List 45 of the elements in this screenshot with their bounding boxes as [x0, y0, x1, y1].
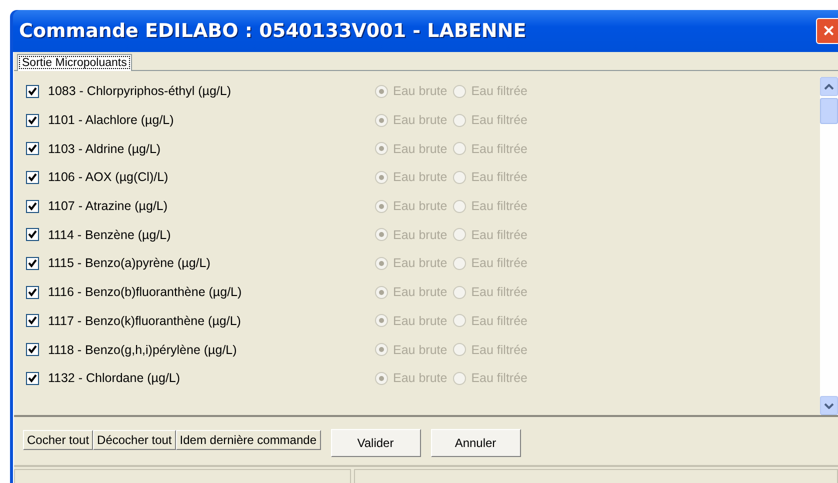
scroll-up-icon[interactable]	[820, 77, 838, 96]
radio-label: Eau brute	[393, 314, 448, 328]
parameter-label: 1115 - Benzo(a)pyrène (µg/L)	[48, 256, 212, 270]
radio-label: Eau brute	[393, 113, 448, 128]
parameter-label: 1083 - Chlorpyriphos-éthyl (µg/L)	[48, 84, 232, 98]
radio-label: Eau filtrée	[471, 228, 528, 242]
radio-label: Eau filtrée	[471, 170, 528, 184]
radio-label: Eau brute	[393, 199, 448, 214]
radio-label: Eau filtrée	[471, 113, 528, 128]
parameter-label: 1101 - Alachlore (µg/L)	[48, 113, 175, 128]
radio-label: Eau brute	[393, 142, 448, 156]
close-button[interactable]: ✕	[816, 18, 838, 44]
parameter-label: 1118 - Benzo(g,h,i)pérylène (µg/L)	[48, 342, 238, 357]
toolbar-button[interactable]: Décocher tout	[93, 430, 176, 450]
radio-label: Eau brute	[393, 256, 448, 270]
scroll-down-icon[interactable]	[820, 396, 838, 415]
tab[interactable]: Sortie Micropoluants	[17, 54, 132, 71]
radio-label: Eau filtrée	[471, 371, 528, 386]
window-title: Commande EDILABO : 0540133V001 - LABENNE	[19, 20, 526, 42]
scroll-thumb[interactable]	[820, 98, 838, 124]
toolbar-button[interactable]: Cocher tout	[23, 430, 94, 450]
parameter-label: 1116 - Benzo(b)fluoranthène (µg/L)	[48, 285, 243, 300]
radio-label: Eau brute	[393, 285, 448, 300]
dialog-button[interactable]: Annuler	[430, 429, 520, 457]
toolbar-button[interactable]: Idem dernière commande	[176, 430, 320, 450]
radio-label: Eau filtrée	[471, 256, 528, 270]
dialog-button[interactable]: Valider	[330, 429, 420, 457]
radio-label: Eau filtrée	[471, 342, 528, 357]
scrollbar[interactable]	[820, 77, 838, 415]
parameter-label: 1132 - Chlordane (µg/L)	[48, 371, 182, 386]
radio-label: Eau brute	[393, 342, 448, 357]
parameter-label: 1114 - Benzène (µg/L)	[48, 228, 172, 242]
radio-label: Eau filtrée	[471, 84, 528, 98]
radio-label: Eau filtrée	[471, 285, 528, 300]
radio-label: Eau filtrée	[471, 314, 528, 328]
radio-label: Eau brute	[393, 84, 448, 98]
parameter-label: 1106 - AOX (µg(Cl)/L)	[48, 170, 170, 184]
radio-label: Eau brute	[393, 170, 448, 184]
radio-label: Eau brute	[393, 371, 448, 386]
radio-label: Eau brute	[393, 228, 448, 242]
parameter-label: 1107 - Atrazine (µg/L)	[48, 199, 169, 214]
radio-label: Eau filtrée	[471, 142, 528, 156]
radio-label: Eau filtrée	[471, 199, 528, 214]
parameter-label: 1117 - Benzo(k)fluoranthène (µg/L)	[48, 314, 242, 328]
parameter-label: 1103 - Aldrine (µg/L)	[48, 142, 162, 156]
